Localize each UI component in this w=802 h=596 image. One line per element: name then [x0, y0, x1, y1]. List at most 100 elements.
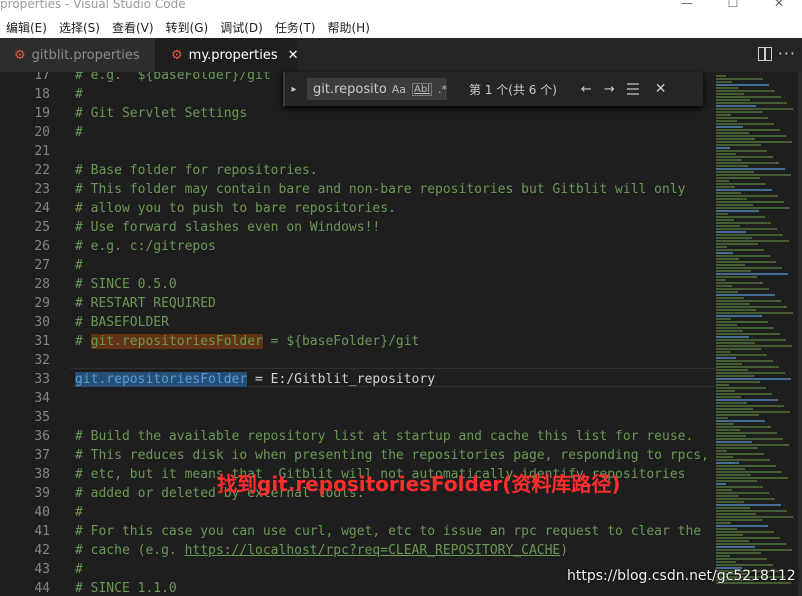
close-tab-icon[interactable]: ✕ [288, 48, 299, 63]
toggle-replace-icon[interactable]: ▸ [285, 84, 303, 95]
match-case-toggle[interactable]: Aa [392, 83, 406, 96]
code-line[interactable]: # e.g. ${baseFolder}/git [75, 72, 271, 85]
code-line[interactable]: # git.repositoriesFolder = ${baseFolder}… [75, 332, 419, 351]
code-line[interactable]: # For this case you can use curl, wget, … [75, 522, 701, 541]
code-link[interactable]: https://localhost/rpc?req=CLEAR_REPOSITO… [185, 543, 561, 558]
code-line[interactable]: # SINCE 1.1.0 [75, 579, 177, 596]
minimize-button[interactable]: — [664, 0, 710, 16]
minimap-line [716, 78, 763, 80]
minimap-line [716, 120, 737, 122]
line-number: 35 [34, 410, 50, 425]
code-line[interactable]: git.repositoriesFolder = E:/Gitblit_repo… [75, 370, 435, 389]
minimap-line [716, 489, 732, 491]
window-controls: — ☐ ✕ [664, 0, 802, 16]
menu-bar: 编辑(E) 选择(S) 查看(V) 转到(G) 调试(D) 任务(T) 帮助(H… [0, 16, 802, 38]
code-line[interactable]: # [75, 503, 83, 522]
minimap-line [716, 327, 774, 329]
minimap-line [716, 390, 735, 392]
line-number: 43 [34, 562, 50, 577]
code-line[interactable]: # Git Servlet Settings [75, 104, 247, 123]
code-token: # Use forward slashes even on Windows!! [75, 220, 381, 235]
match-whole-word-toggle[interactable]: Abl [412, 82, 432, 96]
minimap-line [716, 174, 791, 176]
code-token: # [75, 562, 83, 577]
code-line[interactable]: # [75, 85, 83, 104]
line-number: 39 [34, 486, 50, 501]
code-line[interactable]: # This folder may contain bare and non-b… [75, 180, 685, 199]
code-line[interactable]: # allow you to push to bare repositories… [75, 199, 396, 218]
menu-view[interactable]: 查看(V) [106, 19, 160, 36]
minimap-line [716, 96, 781, 98]
code-line[interactable]: # This reduces disk io when presenting t… [75, 446, 709, 465]
tab-label: my.properties [188, 47, 278, 63]
code-line[interactable]: # Base folder for repositories. [75, 161, 318, 180]
code-editor[interactable]: 17 18 19 20 21 22 23 24 25 26 27 28 29 30 31 32 33 34 35 36… [0, 72, 716, 596]
minimap-line [716, 321, 768, 323]
code-token: # e.g. ${baseFolder}/git [75, 72, 271, 83]
code-line[interactable]: # [75, 123, 83, 142]
menu-help[interactable]: 帮助(H) [322, 19, 376, 36]
code-line[interactable]: # e.g. c:/gitrepos [75, 237, 216, 256]
menu-edit[interactable]: 编辑(E) [0, 19, 53, 36]
regex-toggle[interactable]: .* [438, 83, 447, 96]
minimap-line [716, 258, 739, 260]
code-token: = ${baseFolder}/git [262, 334, 420, 349]
minimap-line [716, 243, 758, 245]
minimap-line [716, 135, 786, 137]
minimap-line [716, 162, 779, 164]
code-lines[interactable]: # e.g. ${baseFolder}/git # # Git Servlet S… [75, 72, 715, 596]
more-actions-icon[interactable]: ··· [778, 44, 796, 63]
code-line[interactable]: # [75, 256, 83, 275]
find-input[interactable]: git.repositoriesFol... Aa Abl .* [307, 78, 447, 100]
minimap-line [716, 456, 733, 458]
line-number: 36 [34, 429, 50, 444]
line-number: 20 [34, 125, 50, 140]
menu-tasks[interactable]: 任务(T) [269, 19, 322, 36]
find-in-selection-icon[interactable] [626, 83, 639, 95]
menu-goto[interactable]: 转到(G) [160, 19, 215, 36]
code-line[interactable]: # cache (e.g. https://localhost/rpc?req=… [75, 541, 568, 560]
close-find-icon[interactable]: ✕ [655, 81, 667, 97]
next-match-icon[interactable]: → [604, 82, 615, 97]
minimap-line [716, 240, 789, 242]
annotation-text: 找到git.repositoriesFolder(资料库路径) [217, 472, 621, 496]
minimap-line [716, 111, 762, 113]
minimap-line [716, 363, 742, 365]
minimap-line [716, 477, 788, 479]
code-line[interactable]: # RESTART REQUIRED [75, 294, 216, 313]
settings-file-icon: ⚙ [14, 47, 26, 63]
vertical-scrollbar[interactable] [798, 72, 802, 596]
minimap-line [716, 315, 762, 317]
code-token: # This reduces disk io when presenting t… [75, 448, 709, 463]
minimap-line [716, 192, 741, 194]
code-token: # Base folder for repositories. [75, 163, 318, 178]
code-line[interactable]: # BASEFOLDER [75, 313, 169, 332]
minimap[interactable] [716, 72, 798, 596]
minimap-line [716, 522, 731, 524]
minimap-line [716, 438, 783, 440]
minimap-line [716, 294, 775, 296]
minimap-line [716, 84, 769, 86]
minimap-line [716, 132, 749, 134]
previous-match-icon[interactable]: ← [581, 82, 592, 97]
minimap-line [716, 222, 771, 224]
code-line[interactable]: # [75, 560, 83, 579]
minimap-line [716, 318, 731, 320]
line-number: 38 [34, 467, 50, 482]
code-token: # [75, 258, 83, 273]
tab-my-properties[interactable]: ⚙ my.properties ✕ [155, 38, 299, 72]
maximize-button[interactable]: ☐ [710, 0, 756, 16]
minimap-line [716, 369, 748, 371]
code-line[interactable]: # Build the available repository list at… [75, 427, 693, 446]
minimap-line [716, 306, 787, 308]
menu-selection[interactable]: 选择(S) [53, 19, 106, 36]
tab-gitblit-properties[interactable]: ⚙ gitblit.properties [0, 38, 155, 72]
minimap-line [716, 300, 781, 302]
menu-debug[interactable]: 调试(D) [214, 19, 269, 36]
close-window-button[interactable]: ✕ [756, 0, 802, 16]
minimap-line [716, 117, 768, 119]
code-line[interactable]: # Use forward slashes even on Windows!! [75, 218, 380, 237]
split-editor-icon[interactable] [758, 47, 772, 61]
minimap-line [716, 498, 775, 500]
code-line[interactable]: # SINCE 0.5.0 [75, 275, 177, 294]
